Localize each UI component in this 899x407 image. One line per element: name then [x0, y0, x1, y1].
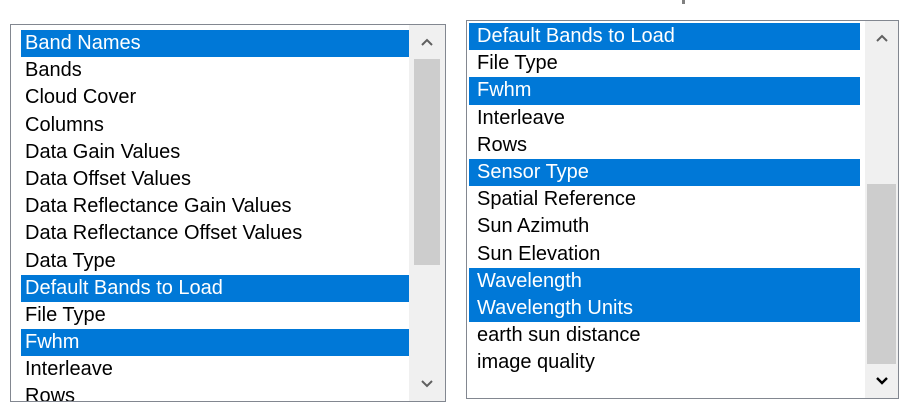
list-item[interactable]: Sun Azimuth: [469, 213, 860, 240]
list-item[interactable]: File Type: [469, 50, 860, 77]
list-item[interactable]: Fwhm: [21, 329, 419, 357]
list-item[interactable]: Spatial Reference: [469, 186, 860, 213]
list-item[interactable]: File Type: [21, 302, 419, 329]
list-item[interactable]: Wavelength: [469, 267, 860, 295]
list-item[interactable]: Data Reflectance Gain Values: [21, 193, 419, 220]
chevron-down-icon: [421, 380, 433, 388]
list-item[interactable]: Bands: [21, 57, 419, 84]
right-list-items: Default Bands to Load File Type Fwhm Interl…: [469, 23, 860, 376]
page: Band Names Bands Cloud Cover Columns Data Ga…: [0, 0, 899, 407]
left-metadata-listbox[interactable]: Band Names Bands Cloud Cover Columns Data Ga…: [10, 24, 446, 402]
chevron-up-icon: [875, 34, 888, 42]
list-item[interactable]: Interleave: [21, 356, 419, 383]
list-item[interactable]: Data Offset Values: [21, 166, 419, 193]
list-item[interactable]: Columns: [21, 112, 419, 139]
list-item[interactable]: Data Gain Values: [21, 139, 419, 166]
right-scrollbar[interactable]: [865, 21, 898, 398]
list-item[interactable]: Sun Elevation: [469, 241, 860, 268]
list-item[interactable]: image quality: [469, 349, 860, 376]
right-metadata-listbox[interactable]: Default Bands to Load File Type Fwhm Interl…: [466, 20, 899, 399]
left-scroll-down-button[interactable]: [409, 367, 445, 401]
list-item[interactable]: Data Reflectance Offset Values: [21, 220, 419, 247]
right-scroll-down-button[interactable]: [865, 364, 898, 398]
list-item[interactable]: Sensor Type: [469, 158, 860, 187]
list-item[interactable]: Data Type: [21, 248, 419, 275]
left-scroll-thumb[interactable]: [414, 59, 440, 265]
list-item[interactable]: earth sun distance: [469, 322, 860, 349]
divider-mark: [682, 0, 685, 4]
right-scroll-up-button[interactable]: [865, 21, 898, 55]
chevron-down-icon: [875, 377, 888, 385]
list-item[interactable]: Default Bands to Load: [469, 23, 860, 51]
left-list-items: Band Names Bands Cloud Cover Columns Data Ga…: [21, 30, 419, 401]
list-item[interactable]: Rows: [469, 132, 860, 159]
list-item[interactable]: Fwhm: [469, 77, 860, 105]
list-item[interactable]: Band Names: [21, 30, 419, 58]
list-item[interactable]: Wavelength Units: [469, 294, 860, 323]
left-scroll-up-button[interactable]: [409, 25, 445, 59]
list-item[interactable]: Cloud Cover: [21, 84, 419, 111]
left-scrollbar[interactable]: [409, 25, 445, 401]
chevron-up-icon: [421, 38, 433, 46]
list-item[interactable]: Rows: [21, 383, 419, 401]
right-scroll-thumb[interactable]: [867, 184, 896, 364]
list-item[interactable]: Default Bands to Load: [21, 274, 419, 302]
list-item[interactable]: Interleave: [469, 105, 860, 132]
